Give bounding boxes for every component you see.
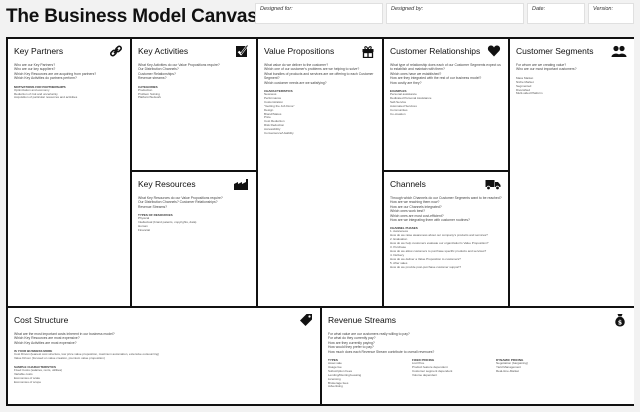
checkbox-icon bbox=[235, 44, 249, 58]
version-field[interactable]: Version: bbox=[588, 3, 634, 24]
money-bag-icon: $ bbox=[613, 313, 627, 327]
list-item: Economies of scope bbox=[14, 379, 42, 384]
cost-structure-block[interactable]: Cost Structure What are the most importa… bbox=[8, 308, 320, 404]
question: What type of relationship does each of o… bbox=[390, 63, 501, 72]
question: Revenue Streams? bbox=[138, 204, 168, 209]
channels-block[interactable]: Channels Through which Channels do our C… bbox=[384, 172, 508, 306]
question: Which Key Activities are most expensive? bbox=[14, 340, 77, 345]
question: What bundles of products and services ar… bbox=[264, 71, 374, 81]
revenue-streams-title: Revenue Streams bbox=[328, 315, 397, 325]
key-partners-title: Key Partners bbox=[14, 46, 64, 56]
gift-icon bbox=[361, 44, 375, 58]
question: How much does each Revenue Stream contri… bbox=[328, 349, 435, 354]
factory-icon bbox=[233, 177, 251, 191]
list-item: Acquisition of particular resources and … bbox=[14, 95, 78, 100]
key-activities-block[interactable]: Key Activities What Key Activities do ou… bbox=[132, 39, 256, 170]
designed-by-label: Designed by: bbox=[391, 6, 424, 12]
designed-for-label: Designed for: bbox=[260, 6, 293, 12]
customer-relationships-block[interactable]: Customer Relationships What type of rela… bbox=[384, 39, 508, 170]
fixed-pricing-column: FIXED PRICING List Price Product feature… bbox=[412, 358, 482, 389]
list-item: Real-time-Market bbox=[496, 368, 520, 373]
list-item: How do we allow customers to purchase sp… bbox=[390, 248, 487, 253]
list-item: Co-creation bbox=[390, 111, 406, 116]
revenue-columns: TYPES Asset sale Usage fee Subscription … bbox=[328, 358, 628, 389]
svg-text:$: $ bbox=[618, 320, 622, 327]
list-item: Volume dependent bbox=[412, 372, 438, 377]
users-icon bbox=[611, 44, 627, 58]
question: Revenue streams? bbox=[138, 76, 167, 81]
list-item: Advertising bbox=[328, 384, 343, 389]
question: How are we integrating them with custome… bbox=[390, 218, 470, 223]
heart-icon bbox=[487, 44, 501, 58]
key-partners-block[interactable]: Key Partners Who are our Key Partners? W… bbox=[8, 39, 130, 306]
truck-icon bbox=[485, 177, 501, 191]
key-resources-block[interactable]: Key Resources What Key Resources do our … bbox=[132, 172, 256, 306]
link-icon bbox=[109, 44, 123, 58]
question: How costly are they? bbox=[390, 80, 422, 85]
list-item: Value Driven (focused on value creation,… bbox=[14, 356, 105, 361]
designed-by-field[interactable]: Designed by: bbox=[386, 3, 524, 24]
list-item: Platform/Network bbox=[138, 95, 162, 100]
cost-structure-title: Cost Structure bbox=[14, 315, 69, 325]
canvas-grid: Key Partners Who are our Key Partners? W… bbox=[6, 37, 634, 406]
list-item: Financial bbox=[138, 227, 151, 232]
customer-segments-block[interactable]: Customer Segments For whom are we creati… bbox=[510, 39, 634, 306]
list-item: How do we provide post-purchase customer… bbox=[390, 264, 462, 269]
key-activities-title: Key Activities bbox=[138, 46, 189, 56]
designed-for-field[interactable]: Designed for: bbox=[255, 3, 383, 24]
dynamic-pricing-column: DYNAMIC PRICING Negotiation (bargaining)… bbox=[496, 358, 566, 389]
question: Which customer needs are we satisfying? bbox=[264, 80, 327, 85]
revenue-streams-block[interactable]: Revenue Streams $ For what value are our… bbox=[322, 308, 634, 404]
date-label: Date: bbox=[532, 6, 546, 12]
price-tag-icon bbox=[299, 313, 313, 327]
version-label: Version: bbox=[593, 6, 613, 12]
list-item: Multi-sided Platform bbox=[516, 91, 543, 96]
customer-relationships-title: Customer Relationships bbox=[390, 46, 481, 56]
question: Which Key Activities do partners perform… bbox=[14, 76, 77, 81]
date-field[interactable]: Date: bbox=[527, 3, 585, 24]
value-propositions-block[interactable]: Value Propositions What value do we deli… bbox=[258, 39, 382, 306]
page-title: The Business Model Canvas bbox=[6, 6, 258, 27]
list-item: Convenience/Usability bbox=[264, 131, 294, 136]
types-column: TYPES Asset sale Usage fee Subscription … bbox=[328, 358, 398, 389]
value-propositions-title: Value Propositions bbox=[264, 46, 335, 56]
list-item: How do we help customers evaluate our or… bbox=[390, 241, 489, 246]
